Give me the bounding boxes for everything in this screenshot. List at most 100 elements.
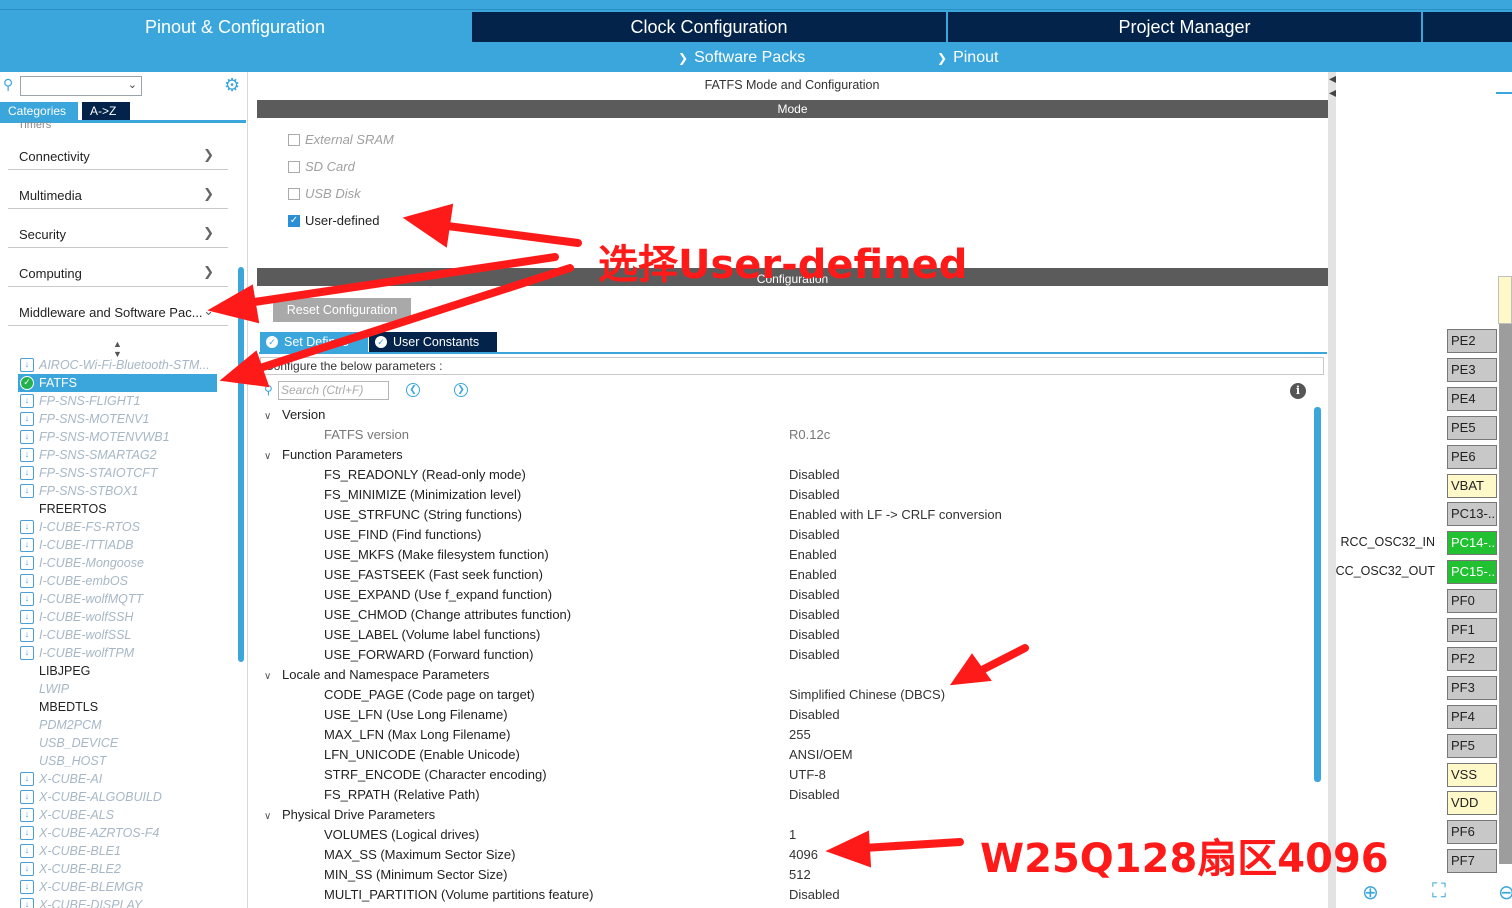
category-computing[interactable]: Computing ❯ [8,253,228,287]
parameter-name[interactable]: FATFS version [324,427,409,442]
pin-pe5[interactable]: PE5 [1447,416,1497,440]
middleware-item[interactable]: ↓ FP-SNS-MOTENVWB1 [20,428,170,446]
parameter-value[interactable]: Disabled [789,467,840,482]
checkbox-user-defined[interactable]: ✓ User-defined [288,213,379,228]
middleware-item[interactable]: ↓ I-CUBE-Mongoose [20,554,144,572]
middleware-item[interactable]: MBEDTLS [20,698,98,716]
info-icon[interactable]: i [1290,383,1306,399]
parameter-value[interactable]: Simplified Chinese (DBCS) [789,687,945,702]
zoom-out-icon[interactable]: ⊖ [1498,880,1512,905]
pin-pf3[interactable]: PF3 [1447,676,1497,700]
category-multimedia[interactable]: Multimedia ❯ [8,175,228,209]
checkbox-usb-disk[interactable]: USB Disk [288,186,361,201]
tab-project-manager[interactable]: Project Manager [947,12,1421,42]
parameter-group[interactable]: ∨ Function Parameters [264,447,403,462]
pin-pe2[interactable]: PE2 [1447,329,1497,353]
middleware-item[interactable]: ✓ FATFS [18,374,217,392]
pin-pc13[interactable]: PC13-... [1447,502,1497,526]
parameter-value[interactable]: ANSI/OEM [789,747,853,762]
left-scrollbar[interactable] [238,267,244,662]
tab-a-z[interactable]: A->Z [82,102,130,120]
middleware-item[interactable]: ↓ X-CUBE-BLEMGR [20,878,143,896]
pin-pf0[interactable]: PF0 [1447,589,1497,613]
parameter-name[interactable]: MAX_SS (Maximum Sector Size) [324,847,515,862]
parameter-value[interactable]: Disabled [789,587,840,602]
middleware-item[interactable]: USB_HOST [20,752,106,770]
parameter-name[interactable]: LFN_UNICODE (Enable Unicode) [324,747,520,762]
pin-pf6[interactable]: PF6 [1447,820,1497,844]
parameter-value[interactable]: 512 [789,867,811,882]
category-connectivity[interactable]: Connectivity ❯ [8,136,228,170]
middleware-item[interactable]: LIBJPEG [20,662,90,680]
panel-splitter[interactable]: ◀ ◀ [1328,72,1337,908]
parameter-value[interactable]: Enabled [789,567,837,582]
parameter-name[interactable]: FS_READONLY (Read-only mode) [324,467,526,482]
pin-pf1[interactable]: PF1 [1447,618,1497,642]
middleware-item[interactable]: ↓ X-CUBE-ALS [20,806,114,824]
checkbox-external-sram[interactable]: External SRAM [288,132,394,147]
middleware-item[interactable]: USB_DEVICE [20,734,118,752]
reset-configuration-button[interactable]: Reset Configuration [273,298,411,322]
parameter-value[interactable]: Disabled [789,647,840,662]
category-middleware[interactable]: Middleware and Software Pac... ⌄ [8,292,228,326]
parameter-value[interactable]: Disabled [789,887,840,902]
parameter-name[interactable]: USE_FORWARD (Forward function) [324,647,534,662]
pinout-menu[interactable]: ❯ Pinout [937,46,998,70]
parameter-name[interactable]: USE_LABEL (Volume label functions) [324,627,540,642]
parameter-group[interactable]: ∨ Locale and Namespace Parameters [264,667,489,682]
middleware-item[interactable]: ↓ I-CUBE-ITTIADB [20,536,133,554]
middleware-item[interactable]: ↓ I-CUBE-wolfSSH [20,608,133,626]
middleware-item[interactable]: ↓ X-CUBE-AZRTOS-F4 [20,824,159,842]
software-packs-menu[interactable]: ❯ Software Packs [678,46,805,70]
category-search-combo[interactable]: ⌄ [20,76,142,96]
tab-categories[interactable]: Categories [0,102,78,120]
pin-pf4[interactable]: PF4 [1447,705,1497,729]
previous-match-icon[interactable]: ❮ [406,383,420,397]
parameter-name[interactable]: MULTI_PARTITION (Volume partitions featu… [324,887,593,902]
parameter-value[interactable]: Enabled with LF -> CRLF conversion [789,507,1002,522]
parameter-value[interactable]: Disabled [789,707,840,722]
parameter-value[interactable]: UTF-8 [789,767,826,782]
middleware-item[interactable]: ↓ FP-SNS-STBOX1 [20,482,138,500]
parameter-value[interactable]: Enabled [789,547,837,562]
middleware-item[interactable]: ↓ FP-SNS-FLIGHT1 [20,392,140,410]
parameter-name[interactable]: USE_LFN (Use Long Filename) [324,707,508,722]
pin-pf5[interactable]: PF5 [1447,734,1497,758]
middleware-item[interactable]: ↓ FP-SNS-MOTENV1 [20,410,149,428]
next-match-icon[interactable]: ❯ [454,383,468,397]
parameter-name[interactable]: USE_FASTSEEK (Fast seek function) [324,567,543,582]
tab-overflow[interactable] [1422,12,1512,42]
middleware-item[interactable]: LWIP [20,680,69,698]
parameter-name[interactable]: USE_CHMOD (Change attributes function) [324,607,571,622]
middleware-item[interactable]: ↓ I-CUBE-wolfTPM [20,644,134,662]
middleware-item[interactable]: ↓ I-CUBE-wolfMQTT [20,590,143,608]
tab-set-defines[interactable]: ✓ Set Defines [260,332,368,352]
parameter-name[interactable]: USE_FIND (Find functions) [324,527,482,542]
parameter-value[interactable]: Disabled [789,787,840,802]
pin-pe3[interactable]: PE3 [1447,358,1497,382]
parameter-name[interactable]: STRF_ENCODE (Character encoding) [324,767,547,782]
parameter-name[interactable]: USE_EXPAND (Use f_expand function) [324,587,552,602]
pin-vss[interactable]: VSS [1447,763,1497,787]
pin-vdd[interactable]: VDD [1447,791,1497,815]
pin-pc14[interactable]: PC14-... [1447,531,1497,555]
middleware-item[interactable]: ↓ I-CUBE-embOS [20,572,128,590]
parameter-name[interactable]: FS_MINIMIZE (Minimization level) [324,487,521,502]
parameter-name[interactable]: MIN_SS (Minimum Sector Size) [324,867,507,882]
middleware-item[interactable]: FREERTOS [20,500,107,518]
parameter-name[interactable]: USE_MKFS (Make filesystem function) [324,547,549,562]
pin-vbat[interactable]: VBAT [1447,474,1497,498]
pin-pe6[interactable]: PE6 [1447,445,1497,469]
parameter-name[interactable]: VOLUMES (Logical drives) [324,827,479,842]
middleware-item[interactable]: ↓ X-CUBE-BLE1 [20,842,121,860]
middleware-item[interactable]: ↓ AIROC-Wi-Fi-Bluetooth-STM... [20,356,210,374]
parameter-value[interactable]: Disabled [789,487,840,502]
middleware-item[interactable]: ↓ I-CUBE-FS-RTOS [20,518,140,536]
pin-pe4[interactable]: PE4 [1447,387,1497,411]
category-security[interactable]: Security ❯ [8,214,228,248]
parameter-group[interactable]: ∨ Version [264,407,325,422]
middleware-item[interactable]: PDM2PCM [20,716,102,734]
middleware-item[interactable]: ↓ X-CUBE-DISPLAY [20,896,142,908]
parameter-name[interactable]: USE_STRFUNC (String functions) [324,507,522,522]
tab-user-constants[interactable]: ✓ User Constants [369,332,497,352]
